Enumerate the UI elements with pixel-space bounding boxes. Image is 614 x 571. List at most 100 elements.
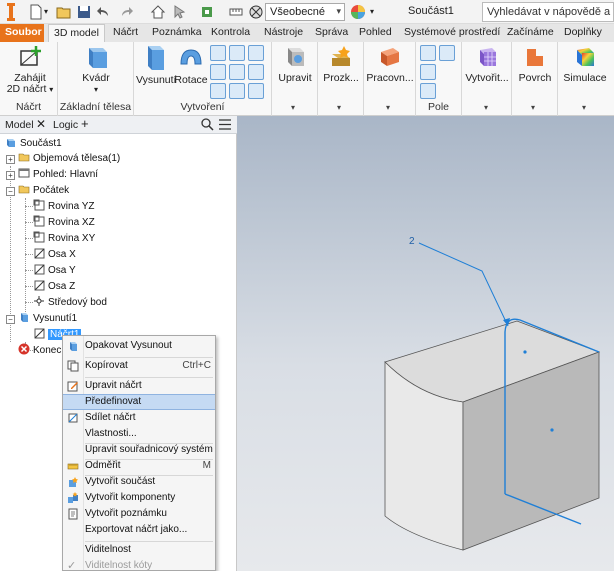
panel-sketch: Zahájit 2D náčrt ▾ Náčrt <box>0 42 58 116</box>
tree-node-axis-y[interactable]: Osa Y <box>33 263 76 279</box>
menu-item-make-components[interactable]: Vytvořit komponenty <box>63 490 215 506</box>
close-icon[interactable]: ✕ <box>36 117 46 131</box>
select-mode-icon[interactable] <box>172 4 188 20</box>
graphics-viewport[interactable]: 2 <box>237 116 614 571</box>
extrude-button[interactable]: Vysunutí <box>136 44 176 86</box>
update-icon[interactable] <box>200 4 216 20</box>
tree-node-part[interactable]: Součást1 <box>5 136 62 152</box>
browser-tab-logic[interactable]: Logic <box>53 119 78 131</box>
menu-item-copy[interactable]: Kopírovat Ctrl+C <box>63 358 215 374</box>
tree-node-axis-z[interactable]: Osa Z <box>33 279 75 295</box>
open-folder-icon[interactable] <box>56 4 72 20</box>
tree-node-center-point[interactable]: Středový bod <box>33 295 107 311</box>
tree-node-origin[interactable]: Počátek <box>18 183 69 199</box>
expand-icon[interactable]: + <box>6 155 15 164</box>
create-freeform-button[interactable]: Vytvořit... <box>464 44 510 84</box>
tab-add-ins[interactable]: Doplňky <box>559 24 607 42</box>
tab-view[interactable]: Pohled <box>354 24 397 42</box>
tab-inspect[interactable]: Kontrola <box>206 24 255 42</box>
qat-customize-icon[interactable]: ▾ <box>370 4 386 20</box>
chevron-down-icon[interactable]: ▾ <box>386 103 390 112</box>
expand-icon[interactable]: + <box>6 171 15 180</box>
menu-icon[interactable] <box>219 119 231 130</box>
circular-pattern-icon[interactable] <box>420 64 436 80</box>
emboss-icon[interactable] <box>229 64 245 80</box>
tab-get-started[interactable]: Začínáme <box>502 24 559 42</box>
work-features-button[interactable]: Pracovn... <box>366 44 414 84</box>
rectangular-pattern-icon[interactable] <box>420 45 436 61</box>
edit-sketch-icon <box>67 381 78 392</box>
add-tab-icon[interactable]: + <box>81 116 89 131</box>
chevron-down-icon[interactable]: ▾ <box>531 103 535 112</box>
menu-item-dimension-visibility[interactable]: ✓ Viditelnost kóty <box>63 558 215 571</box>
menu-item-repeat-extrude[interactable]: Opakovat Vysunout <box>63 338 215 354</box>
collapse-icon[interactable]: − <box>6 187 15 196</box>
tab-manage[interactable]: Správa <box>310 24 353 42</box>
chevron-down-icon[interactable]: ▾ <box>484 103 488 112</box>
start-2d-sketch-button[interactable]: Zahájit 2D náčrt ▾ <box>6 44 54 95</box>
tree-node-plane-xz[interactable]: Rovina XZ <box>33 215 95 231</box>
save-icon[interactable] <box>76 4 92 20</box>
convert-icon[interactable] <box>248 83 264 99</box>
simulation-button[interactable]: Simulace <box>560 44 610 84</box>
tree-node-extrusion[interactable]: Vysunutí1 <box>18 311 77 327</box>
explore-button[interactable]: Prozk... <box>320 44 362 84</box>
mirror-icon[interactable] <box>439 45 455 61</box>
menu-item-share-sketch[interactable]: Sdílet náčrt <box>63 410 215 426</box>
tree-node-view[interactable]: Pohled: Hlavní <box>18 167 98 183</box>
tab-tools[interactable]: Nástroje <box>259 24 308 42</box>
sketch-pattern-icon[interactable] <box>420 83 436 99</box>
menu-item-export-sketch-as[interactable]: Exportovat náčrt jako... <box>63 522 215 538</box>
tree-node-plane-yz[interactable]: Rovina YZ <box>33 199 95 215</box>
copy-icon <box>67 360 79 372</box>
import-icon[interactable] <box>210 83 226 99</box>
derive-icon[interactable] <box>248 64 264 80</box>
measure-tool-icon[interactable] <box>228 4 244 20</box>
chevron-down-icon[interactable]: ▾ <box>337 103 341 112</box>
redo-icon[interactable] <box>118 4 134 20</box>
menu-item-edit-coordinate-system[interactable]: Upravit souřadnicový systém <box>63 442 215 458</box>
menu-item-make-part[interactable]: Vytvořit součást <box>63 474 215 490</box>
menu-item-create-note[interactable]: Vytvořit poznámku <box>63 506 215 522</box>
material-icon[interactable] <box>248 4 264 20</box>
appearance-select[interactable]: Všeobecné ▾ <box>265 3 345 21</box>
model-canvas[interactable]: 2 <box>237 116 614 571</box>
modify-button[interactable]: Upravit <box>274 44 316 84</box>
sketch-icon <box>20 46 41 66</box>
chevron-down-icon[interactable]: ▾ <box>291 103 295 112</box>
rib-icon[interactable] <box>248 45 264 61</box>
browser-tab-model[interactable]: Model <box>5 119 34 131</box>
box-button[interactable]: Kvádr ▾ <box>72 44 120 95</box>
menu-item-properties[interactable]: Vlastnosti... <box>63 426 215 442</box>
tree-node-axis-x[interactable]: Osa X <box>33 247 76 263</box>
surface-button[interactable]: Povrch <box>514 44 556 84</box>
decal-icon[interactable] <box>229 83 245 99</box>
tab-annotate[interactable]: Poznámka <box>147 24 207 42</box>
search-icon[interactable] <box>201 118 214 131</box>
revolve-button[interactable]: Rotace <box>174 44 208 86</box>
coil-icon[interactable] <box>210 64 226 80</box>
tree-connector <box>25 238 33 239</box>
menu-item-measure[interactable]: Odměřit M <box>63 458 215 474</box>
help-search-input[interactable]: Vyhledávat v nápovědě a přík <box>482 2 614 22</box>
tab-sketch[interactable]: Náčrt <box>108 24 143 42</box>
tab-3d-model[interactable]: 3D model <box>48 24 105 42</box>
menu-item-visibility[interactable]: Viditelnost <box>63 542 215 558</box>
color-wheel-icon[interactable] <box>350 4 366 20</box>
tab-file[interactable]: Soubor <box>0 24 44 42</box>
home-icon[interactable] <box>150 4 166 20</box>
menu-item-redefine[interactable]: Předefinovat <box>63 394 215 410</box>
collapse-icon[interactable]: − <box>6 315 15 324</box>
tab-environments[interactable]: Systémové prostředí <box>399 24 505 42</box>
tree-node-solid-bodies[interactable]: Objemová tělesa(1) <box>18 151 120 167</box>
menu-item-edit-sketch[interactable]: Upravit náčrt <box>63 378 215 394</box>
chevron-down-icon[interactable]: ▾ <box>582 103 586 112</box>
inventor-logo-icon[interactable] <box>4 2 18 22</box>
undo-icon[interactable] <box>96 4 112 20</box>
sweep-icon[interactable] <box>210 45 226 61</box>
extrude-icon <box>21 313 28 322</box>
tree-node-plane-xy[interactable]: Rovina XY <box>33 231 95 247</box>
new-file-icon[interactable] <box>28 4 44 20</box>
loft-icon[interactable] <box>229 45 245 61</box>
pattern-tools-grid <box>420 45 455 99</box>
